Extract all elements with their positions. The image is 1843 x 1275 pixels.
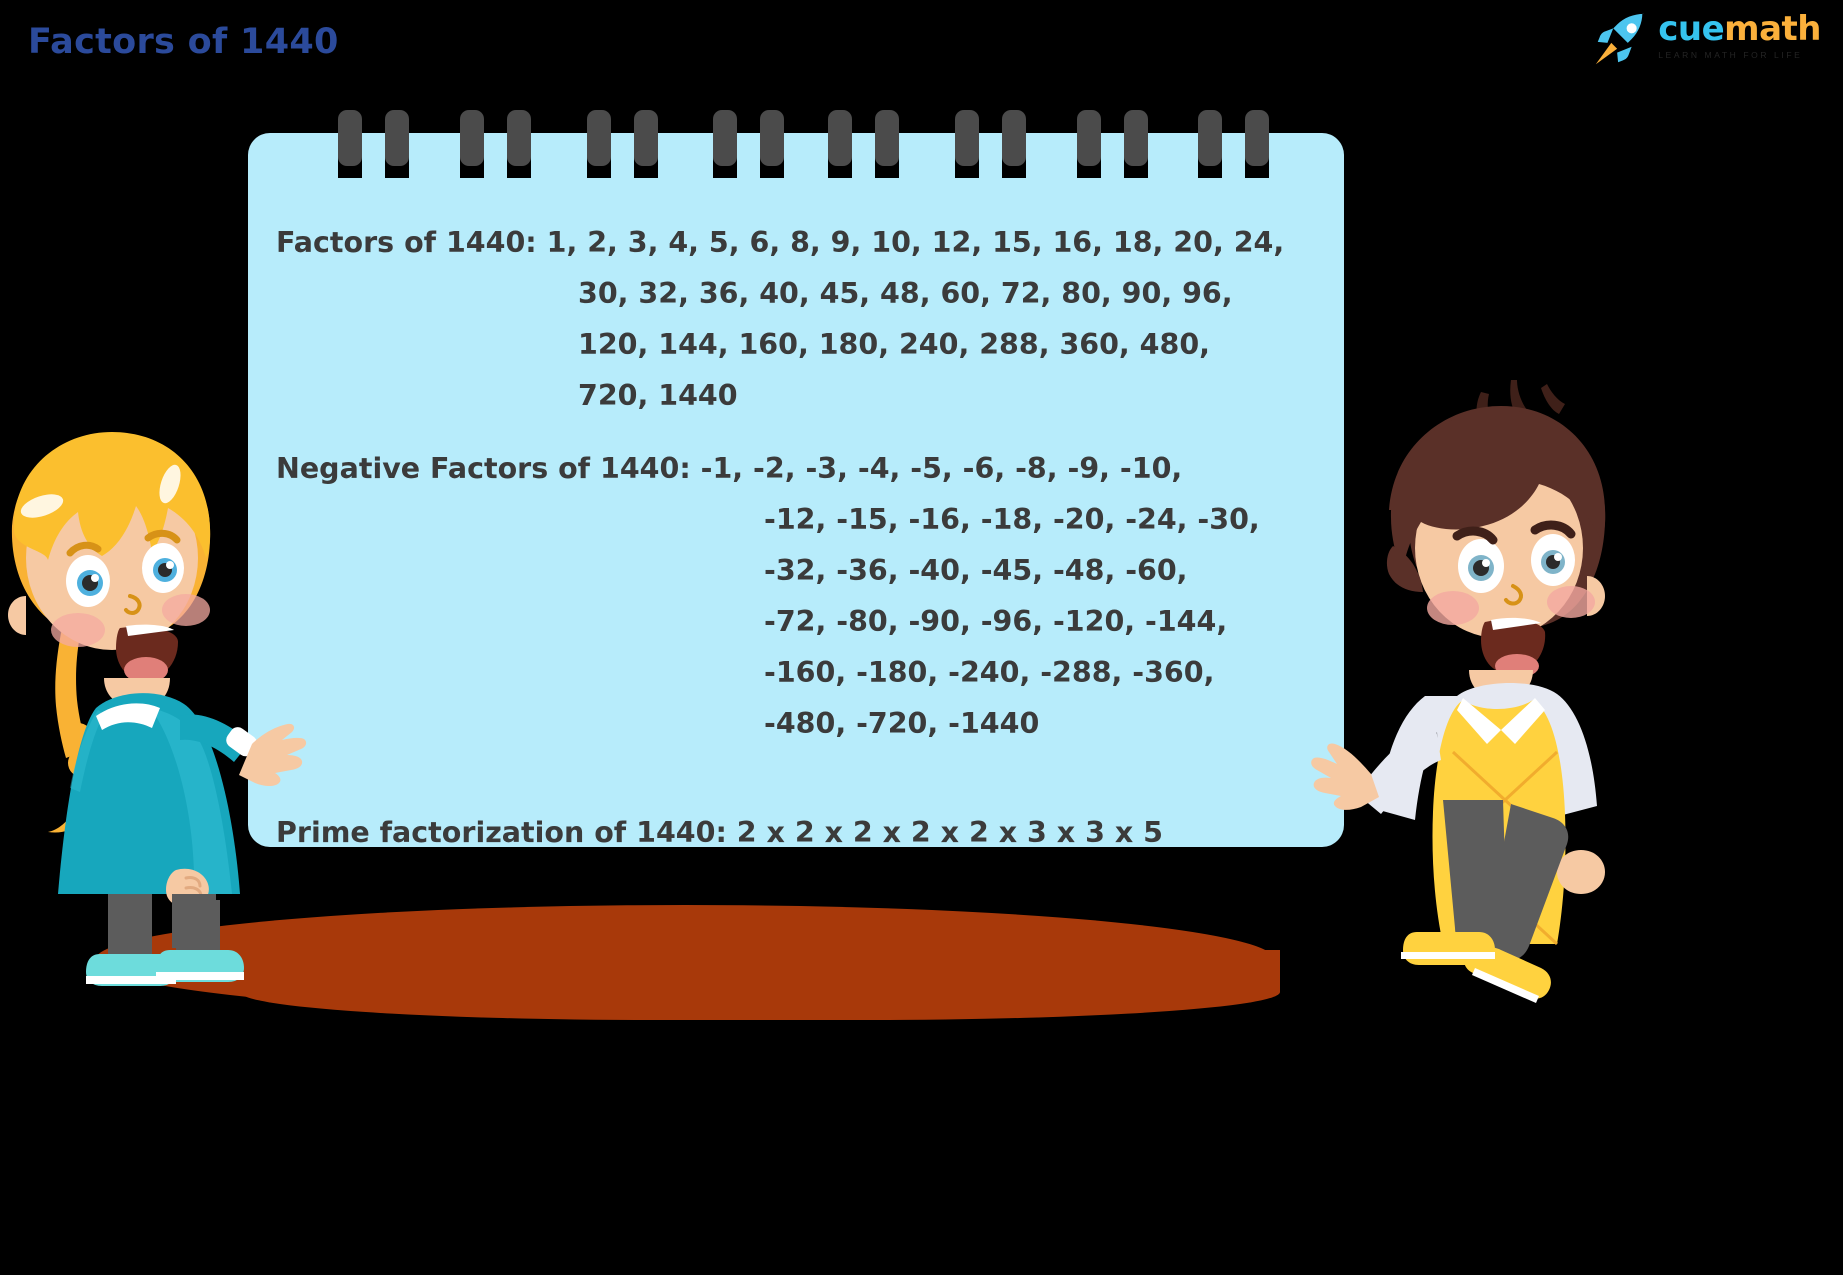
page-title: Factors of 1440 <box>28 22 339 62</box>
prime-factorization-block: Prime factorization of 1440: 2 x 2 x 2 x… <box>248 807 1344 858</box>
positive-factors-line-3: 120, 144, 160, 180, 240, 288, 360, 480, <box>578 328 1210 361</box>
negative-factors-line-6: -480, -720, -1440 <box>764 707 1040 740</box>
positive-factors-line-1: Factors of 1440: 1, 2, 3, 4, 5, 6, 8, 9,… <box>276 226 1285 259</box>
logo-math-text: math <box>1724 9 1821 49</box>
prime-factorization-line: Prime factorization of 1440: 2 x 2 x 2 x… <box>276 816 1163 849</box>
positive-factors-line-2: 30, 32, 36, 40, 45, 48, 60, 72, 80, 90, … <box>578 277 1233 310</box>
notebook-content: Factors of 1440: 1, 2, 3, 4, 5, 6, 8, 9,… <box>248 133 1344 849</box>
negative-factors-line-3: -32, -36, -40, -45, -48, -60, <box>764 554 1188 587</box>
ground-shadow-lower <box>240 950 1280 1020</box>
negative-factors-line-4: -72, -80, -90, -96, -120, -144, <box>764 605 1228 638</box>
negative-factors-block: Negative Factors of 1440: -1, -2, -3, -4… <box>248 443 1344 749</box>
positive-factors-line-4: 720, 1440 <box>578 379 738 412</box>
girl-legs <box>86 900 244 986</box>
cuemath-logo[interactable]: cuemath LEARN MATH FOR LIFE <box>1590 8 1821 74</box>
poster-canvas: Factors of 1440 cuemath LEARN MATH FOR L… <box>0 0 1843 1275</box>
logo-tagline: LEARN MATH FOR LIFE <box>1658 50 1803 60</box>
boy-legs <box>1401 800 1569 1003</box>
rocket-icon <box>1590 8 1652 70</box>
negative-factors-line-5: -160, -180, -240, -288, -360, <box>764 656 1215 689</box>
positive-factors-block: Factors of 1440: 1, 2, 3, 4, 5, 6, 8, 9,… <box>248 217 1344 421</box>
logo-wordmark: cuemath LEARN MATH FOR LIFE <box>1658 8 1821 60</box>
negative-factors-line-1: Negative Factors of 1440: -1, -2, -3, -4… <box>276 452 1183 485</box>
girl-character <box>0 378 320 960</box>
negative-factors-line-2: -12, -15, -16, -18, -20, -24, -30, <box>764 503 1260 536</box>
logo-cue-text: cue <box>1658 9 1725 49</box>
